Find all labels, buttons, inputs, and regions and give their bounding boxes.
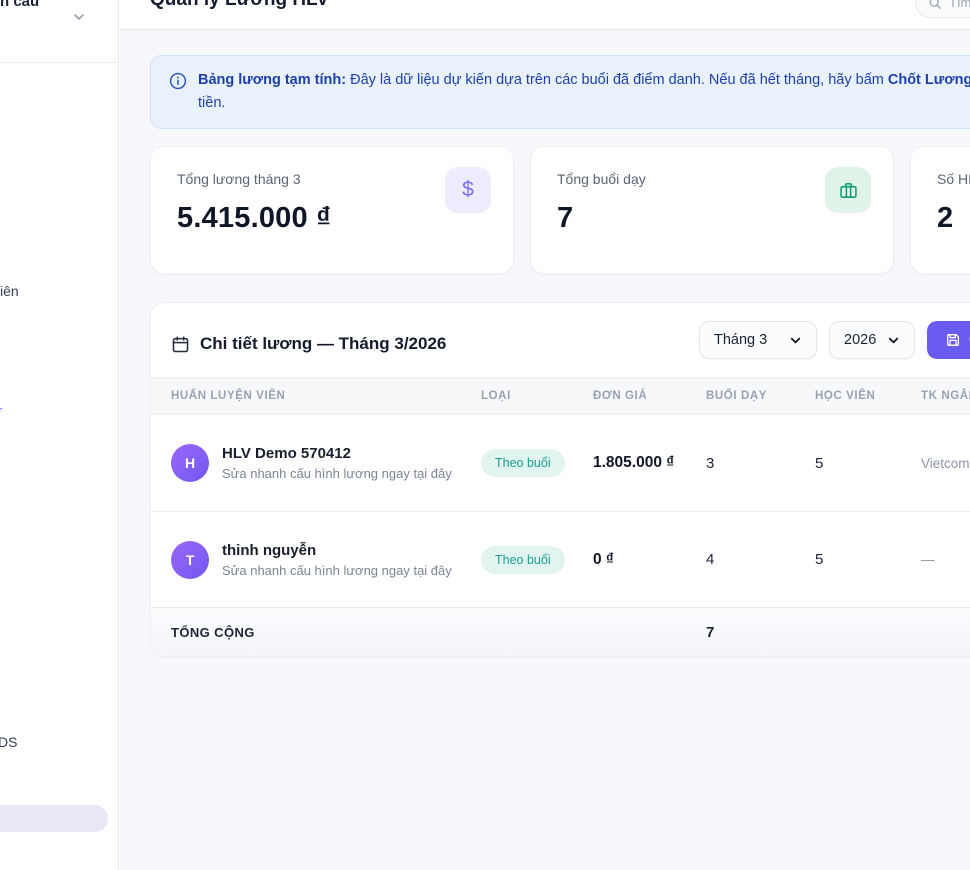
- avatar: T: [171, 541, 209, 579]
- col-type: LOẠI: [481, 390, 593, 402]
- bank-cell: Vietcombank: [921, 456, 970, 471]
- search-input[interactable]: Tìm: [915, 0, 970, 18]
- topbar: Quản lý Lương HLV Tìm: [120, 0, 970, 30]
- sidebar-active-item[interactable]: [0, 805, 108, 832]
- month-select[interactable]: Tháng 3: [699, 321, 817, 359]
- table-row[interactable]: H HLV Demo 570412 Sửa nhanh cấu hình lươ…: [151, 415, 970, 511]
- banner-lead: Bảng lương tạm tính:: [198, 72, 346, 88]
- type-badge: Theo buổi: [481, 546, 565, 574]
- save-icon: [945, 332, 961, 348]
- search-icon: [928, 0, 942, 10]
- briefcase-icon: [825, 167, 871, 213]
- col-bank: TK NGÂN HÀNG: [921, 390, 970, 402]
- col-students: HỌC VIÊN: [815, 390, 921, 402]
- chevron-down-icon: [789, 334, 802, 347]
- table-header: Chi tiết lương — Tháng 3/2026 Tháng 3 20…: [151, 303, 970, 377]
- sessions-cell: 3: [706, 455, 815, 472]
- trainer-info: HLV Demo 570412 Sửa nhanh cấu hình lương…: [222, 445, 452, 481]
- banner-body: Đây là dữ liệu dự kiến dựa trên các buổi…: [346, 72, 888, 88]
- avatar: H: [171, 444, 209, 482]
- trainer-name: thinh nguyễn: [222, 542, 452, 559]
- edit-salary-config-link[interactable]: Sửa nhanh cấu hình lương ngay tại đây: [222, 466, 452, 481]
- dollar-icon: $: [445, 167, 491, 213]
- sidebar-link-fragment[interactable]: r: [0, 403, 2, 418]
- type-cell: Theo buổi: [481, 449, 593, 477]
- salary-table-card: Chi tiết lương — Tháng 3/2026 Tháng 3 20…: [150, 302, 970, 657]
- info-banner: Bảng lương tạm tính: Đây là dữ liệu dự k…: [150, 55, 970, 129]
- students-cell: 5: [815, 551, 921, 568]
- bank-cell: —: [921, 552, 970, 567]
- table-title-group: Chi tiết lương — Tháng 3/2026: [171, 334, 446, 354]
- total-label: TỔNG CỘNG: [171, 625, 481, 640]
- stat-value: 7: [557, 202, 867, 235]
- year-select[interactable]: 2026: [829, 321, 915, 359]
- stat-label: Số HLV: [937, 171, 970, 187]
- year-select-value: 2026: [844, 332, 876, 348]
- sessions-cell: 4: [706, 551, 815, 568]
- total-sessions: 7: [706, 624, 815, 641]
- students-cell: 5: [815, 455, 921, 472]
- main-area: Quản lý Lương HLV Tìm Bảng lương tạm tín…: [120, 0, 970, 870]
- trainer-name: HLV Demo 570412: [222, 445, 452, 462]
- trainer-cell: H HLV Demo 570412 Sửa nhanh cấu hình lươ…: [171, 444, 481, 482]
- edit-salary-config-link[interactable]: Sửa nhanh cấu hình lương ngay tại đây: [222, 563, 452, 578]
- table-footer: TỔNG CỘNG 7: [151, 607, 970, 656]
- search-placeholder: Tìm: [949, 0, 970, 10]
- col-sessions: BUỔI DẠY: [706, 390, 815, 402]
- chevron-down-icon: [887, 334, 900, 347]
- stat-cards: Tổng lương tháng 3 5.415.000 ₫ $ Tổng bu…: [150, 146, 970, 274]
- type-badge: Theo buổi: [481, 449, 565, 477]
- table-title: Chi tiết lương — Tháng 3/2026: [200, 334, 446, 354]
- rate-cell: 1.805.000 ₫: [593, 454, 706, 472]
- sidebar-item-fragment-ds[interactable]: DS: [0, 734, 17, 750]
- stat-label: Tổng lương tháng 3: [177, 171, 487, 187]
- trainer-cell: T thinh nguyễn Sửa nhanh cấu hình lương …: [171, 541, 481, 579]
- rate-cell: 0 ₫: [593, 551, 706, 569]
- banner-action: Chốt Lương: [888, 72, 970, 88]
- stat-card-trainer-count: Số HLV 2: [910, 146, 970, 274]
- table-controls: Tháng 3 2026 Chốt Lương: [699, 321, 970, 359]
- stat-value: 2: [937, 202, 970, 235]
- info-icon: [169, 72, 187, 115]
- content: Bảng lương tạm tính: Đây là dữ liệu dự k…: [120, 30, 970, 870]
- banner-line2: tiền.: [198, 95, 225, 111]
- col-trainer: HUẤN LUYỆN VIÊN: [171, 390, 481, 402]
- stat-card-total-salary: Tổng lương tháng 3 5.415.000 ₫ $: [150, 146, 514, 274]
- sidebar-section-label[interactable]: n cầu: [0, 0, 39, 10]
- stat-card-total-sessions: Tổng buổi dạy 7: [530, 146, 894, 274]
- sidebar-item-fragment[interactable]: iên: [0, 283, 19, 299]
- trainer-info: thinh nguyễn Sửa nhanh cấu hình lương ng…: [222, 542, 452, 578]
- sidebar: n cầu iên r DS: [0, 0, 119, 870]
- table-row[interactable]: T thinh nguyễn Sửa nhanh cấu hình lương …: [151, 511, 970, 607]
- stat-label: Tổng buổi dạy: [557, 171, 867, 187]
- chevron-down-icon[interactable]: [71, 9, 87, 25]
- type-cell: Theo buổi: [481, 546, 593, 574]
- finalize-salary-button[interactable]: Chốt Lương: [927, 321, 970, 359]
- sidebar-divider: [0, 62, 119, 63]
- month-select-value: Tháng 3: [714, 332, 767, 348]
- page-title: Quản lý Lương HLV: [150, 0, 329, 11]
- calendar-icon: [171, 335, 190, 354]
- stat-value: 5.415.000 ₫: [177, 202, 487, 235]
- col-rate: ĐƠN GIÁ: [593, 390, 706, 402]
- table-column-header: HUẤN LUYỆN VIÊN LOẠI ĐƠN GIÁ BUỔI DẠY HỌ…: [151, 377, 970, 415]
- banner-text: Bảng lương tạm tính: Đây là dữ liệu dự k…: [198, 69, 970, 115]
